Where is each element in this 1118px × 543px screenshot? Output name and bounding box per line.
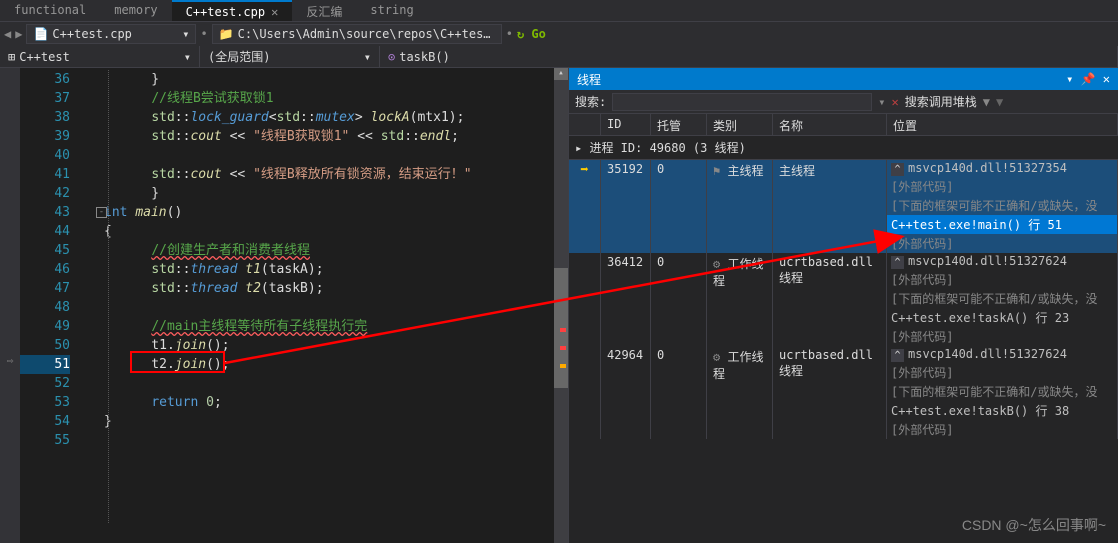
- project-scope[interactable]: ⊞ C++test ▾: [0, 46, 200, 67]
- search-input[interactable]: [612, 93, 872, 111]
- tab-string[interactable]: string: [356, 0, 427, 21]
- col-category[interactable]: 类别: [707, 114, 773, 135]
- filter2-icon[interactable]: ▼: [996, 95, 1003, 109]
- scope-bar: ⊞ C++test ▾ (全局范围) ▾ ⊙ taskB(): [0, 46, 1118, 68]
- function-scope[interactable]: ⊙ taskB(): [380, 46, 1118, 67]
- code-line[interactable]: [80, 298, 568, 317]
- file-dropdown[interactable]: 📄 C++test.cpp ▾: [26, 24, 196, 44]
- code-line[interactable]: {: [80, 222, 568, 241]
- stack-frame[interactable]: [下面的框架可能不正确和/或缺失，没: [887, 289, 1117, 308]
- stack-frame[interactable]: ^msvcp140d.dll!51327624: [887, 346, 1117, 363]
- scope-dropdown[interactable]: (全局范围) ▾: [200, 46, 380, 67]
- forward-icon[interactable]: ▶: [15, 27, 22, 41]
- stack-frame[interactable]: C++test.exe!taskA() 行 23: [887, 308, 1117, 327]
- threads-panel-header[interactable]: 线程 ▾ 📌 ✕: [569, 68, 1118, 90]
- file-icon: 📄: [33, 27, 48, 41]
- process-group[interactable]: ▸ 进程 ID: 49680 (3 线程): [569, 136, 1118, 160]
- method-icon: ⊙: [388, 50, 395, 64]
- code-line[interactable]: }: [80, 70, 568, 89]
- stack-frame[interactable]: [外部代码]: [887, 420, 1117, 439]
- col-name[interactable]: 名称: [773, 114, 887, 135]
- stack-frame[interactable]: [外部代码]: [887, 327, 1117, 346]
- code-line[interactable]: std::thread t1(taskA);: [80, 260, 568, 279]
- scroll-up-icon[interactable]: ▴: [554, 68, 568, 80]
- current-line-arrow-icon: ⇨: [0, 354, 20, 367]
- expand-icon[interactable]: ^: [891, 349, 904, 362]
- editor-tabs: functional memory C++test.cpp✕ 反汇编 strin…: [0, 0, 1118, 22]
- code-line[interactable]: std::cout << "线程B释放所有锁资源，结束运行！": [80, 165, 568, 184]
- code-line[interactable]: }: [80, 184, 568, 203]
- current-thread-arrow-icon: ➡: [580, 162, 588, 178]
- code-line[interactable]: std::cout << "线程B获取锁1" << std::endl;: [80, 127, 568, 146]
- go-button[interactable]: ↻ Go: [517, 27, 546, 41]
- code-line[interactable]: [80, 374, 568, 393]
- expand-icon[interactable]: ^: [891, 163, 904, 176]
- col-location[interactable]: 位置: [887, 114, 1118, 135]
- annotation-highlight: [130, 351, 225, 373]
- code-line[interactable]: [80, 146, 568, 165]
- tab-cpptest[interactable]: C++test.cpp✕: [172, 0, 293, 21]
- project-icon: ⊞: [8, 50, 15, 64]
- tab-disassembly[interactable]: 反汇编: [292, 0, 356, 21]
- back-icon[interactable]: ◀: [4, 27, 11, 41]
- code-line[interactable]: return 0;: [80, 393, 568, 412]
- code-line[interactable]: //创建生产者和消费者线程: [80, 241, 568, 260]
- stack-frame[interactable]: [外部代码]: [887, 363, 1117, 382]
- code-line[interactable]: std::thread t2(taskB);: [80, 279, 568, 298]
- folder-icon: 📁: [219, 27, 234, 41]
- thread-row[interactable]: 42964 0 ⚙ 工作线程 ucrtbased.dll 线程 ^msvcp14…: [569, 346, 1118, 439]
- close-icon[interactable]: ✕: [1103, 72, 1110, 86]
- code-line[interactable]: //main主线程等待所有子线程执行完: [80, 317, 568, 336]
- search-label: 搜索:: [575, 93, 606, 110]
- close-icon[interactable]: ✕: [271, 5, 278, 19]
- stack-frame[interactable]: ^msvcp140d.dll!51327354: [887, 160, 1117, 177]
- breakpoint-margin[interactable]: ⇨: [0, 68, 20, 543]
- stack-frame[interactable]: [外部代码]: [887, 234, 1117, 253]
- nav-bar: ◀ ▶ 📄 C++test.cpp ▾ • 📁 C:\Users\Admin\s…: [0, 22, 1118, 46]
- stack-search-label: 搜索调用堆栈: [905, 93, 977, 110]
- chevron-down-icon: ▾: [364, 50, 371, 64]
- gear-icon: ⚙: [713, 257, 720, 271]
- code-editor[interactable]: ⇨ 36373839404142434445464748495051525354…: [0, 68, 568, 543]
- stack-frame[interactable]: C++test.exe!main() 行 51: [887, 215, 1117, 234]
- stack-frame[interactable]: [外部代码]: [887, 270, 1117, 289]
- stack-frame[interactable]: [下面的框架可能不正确和/或缺失，没: [887, 382, 1117, 401]
- path-dropdown[interactable]: 📁 C:\Users\Admin\source\repos\C++test\C+: [212, 24, 502, 44]
- pin-icon[interactable]: ▾ 📌: [1066, 72, 1095, 86]
- stack-frame[interactable]: [外部代码]: [887, 177, 1117, 196]
- tab-functional[interactable]: functional: [0, 0, 100, 21]
- col-managed[interactable]: 托管 ID: [651, 114, 707, 135]
- flag-icon: ⚑: [713, 164, 720, 178]
- line-numbers: 3637383940414243444546474849505152535455: [20, 68, 80, 543]
- watermark: CSDN @~怎么回事啊~: [962, 515, 1106, 535]
- thread-row[interactable]: ➡ 35192 0 ⚑ 主线程 主线程 ^msvcp140d.dll!51327…: [569, 160, 1118, 253]
- stack-frame[interactable]: [下面的框架可能不正确和/或缺失，没: [887, 196, 1117, 215]
- clear-icon[interactable]: ✕: [891, 95, 898, 109]
- collapse-toggle[interactable]: -: [96, 207, 107, 218]
- code-line[interactable]: }: [80, 412, 568, 431]
- threads-toolbar: 搜索: ▾ ✕ 搜索调用堆栈 ▼ ▼: [569, 90, 1118, 114]
- filter-icon[interactable]: ▼: [983, 95, 990, 109]
- code-line[interactable]: //线程B尝试获取锁1: [80, 89, 568, 108]
- chevron-down-icon: ▾: [182, 27, 189, 41]
- expand-icon[interactable]: ^: [891, 256, 904, 269]
- stack-frame[interactable]: ^msvcp140d.dll!51327624: [887, 253, 1117, 270]
- dropdown-icon[interactable]: ▾: [878, 95, 885, 109]
- chevron-down-icon: ▾: [184, 50, 191, 64]
- col-id[interactable]: ID: [601, 114, 651, 135]
- gear-icon: ⚙: [713, 350, 720, 364]
- code-line[interactable]: std::lock_guard<std::mutex> lockA(mtx1);: [80, 108, 568, 127]
- threads-panel: 线程 ▾ 📌 ✕ 搜索: ▾ ✕ 搜索调用堆栈 ▼ ▼ ID 托管 ID 类别 …: [568, 68, 1118, 543]
- threads-columns: ID 托管 ID 类别 名称 位置: [569, 114, 1118, 136]
- thread-row[interactable]: 36412 0 ⚙ 工作线程 ucrtbased.dll 线程 ^msvcp14…: [569, 253, 1118, 346]
- vertical-scrollbar[interactable]: ▴: [554, 68, 568, 543]
- col-flag[interactable]: [569, 114, 601, 135]
- stack-frame[interactable]: C++test.exe!taskB() 行 38: [887, 401, 1117, 420]
- tab-memory[interactable]: memory: [100, 0, 171, 21]
- code-line[interactable]: [80, 431, 568, 450]
- code-line[interactable]: int main(): [80, 203, 568, 222]
